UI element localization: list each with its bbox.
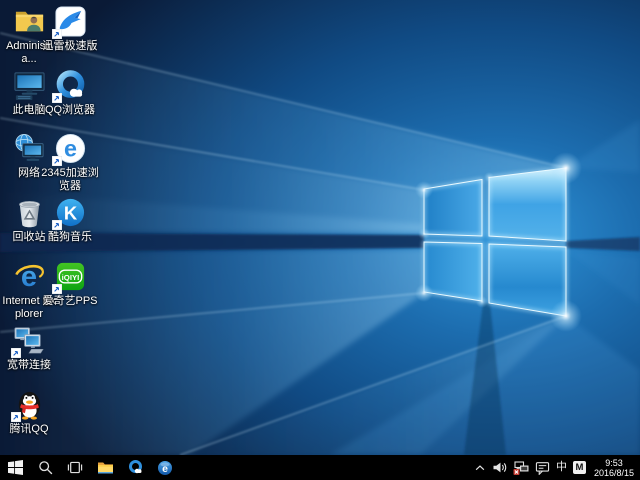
shortcut-arrow-icon (11, 348, 21, 358)
shortcut-arrow-icon (52, 284, 62, 294)
task-view-icon (67, 460, 83, 475)
svg-text:K: K (63, 202, 77, 223)
desktop-icon-label: 2345加速浏览器 (41, 167, 99, 193)
2345-browser-icon: e (157, 460, 173, 476)
desktop-icon-label: 宽带连接 (7, 359, 51, 372)
clock-time: 9:53 (594, 458, 634, 468)
desktop[interactable]: Administra... 迅雷极速版 此电脑 (0, 0, 640, 480)
shortcut-arrow-icon (52, 220, 62, 230)
tray-chevron-up-button[interactable] (472, 455, 488, 480)
taskbar: e (0, 455, 640, 480)
desktop-icon-2345-browser[interactable]: e 2345加速浏览器 (41, 132, 99, 193)
qq-browser-taskbar-button[interactable] (120, 455, 150, 480)
desktop-icon-qq-browser[interactable]: QQ浏览器 (41, 69, 99, 117)
message-icon (535, 461, 550, 475)
tray-ime-badge-button[interactable]: M (571, 455, 588, 480)
shortcut-arrow-icon (52, 29, 62, 39)
shortcut-arrow-icon (52, 156, 62, 166)
ime-m-badge: M (573, 461, 586, 474)
desktop-icon-label: 爱奇艺PPS (42, 295, 97, 308)
tray-volume-button[interactable] (490, 455, 509, 480)
svg-text:iQIYI: iQIYI (61, 273, 79, 282)
tray-network-button[interactable] (511, 455, 531, 480)
svg-text:e: e (162, 462, 168, 474)
desktop-icon-label: 迅雷极速版 (43, 40, 98, 53)
desktop-icon-thunder-speed[interactable]: 迅雷极速版 (41, 5, 99, 53)
desktop-icon-tencent-qq[interactable]: 腾讯QQ (0, 388, 58, 436)
desktop-icon-iqiyi-pps[interactable]: iQIYI 爱奇艺PPS (41, 260, 99, 308)
windows-logo-icon (8, 460, 23, 475)
2345-browser-taskbar-button[interactable]: e (150, 455, 180, 480)
tray-message-button[interactable] (533, 455, 552, 480)
ime-chinese-indicator: 中 (556, 462, 567, 473)
shortcut-arrow-icon (11, 412, 21, 422)
clock-date: 2016/8/15 (594, 468, 634, 478)
taskbar-clock[interactable]: 9:53 2016/8/15 (590, 458, 638, 478)
task-view-button[interactable] (60, 455, 90, 480)
system-tray: 中 M 9:53 2016/8/15 (472, 455, 640, 480)
desktop-icon-label: 腾讯QQ (9, 423, 48, 436)
search-button[interactable] (30, 455, 60, 480)
start-button[interactable] (0, 455, 30, 480)
chevron-up-icon (474, 462, 486, 474)
desktop-icon-label: QQ浏览器 (45, 104, 95, 117)
desktop-icon-label: 网络 (18, 167, 40, 180)
volume-icon (492, 461, 507, 474)
desktop-icon-broadband-connection[interactable]: 宽带连接 (0, 324, 58, 372)
qq-browser-icon (127, 459, 144, 476)
file-explorer-icon (97, 460, 114, 475)
desktop-icon-kugou-music[interactable]: K 酷狗音乐 (41, 196, 99, 244)
file-explorer-button[interactable] (90, 455, 120, 480)
desktop-icon-label: 酷狗音乐 (48, 231, 92, 244)
svg-text:e: e (64, 136, 77, 162)
tray-ime-mode-button[interactable]: 中 (554, 455, 569, 480)
shortcut-arrow-icon (52, 93, 62, 103)
search-icon (38, 460, 53, 475)
network-disconnected-icon (513, 461, 529, 475)
